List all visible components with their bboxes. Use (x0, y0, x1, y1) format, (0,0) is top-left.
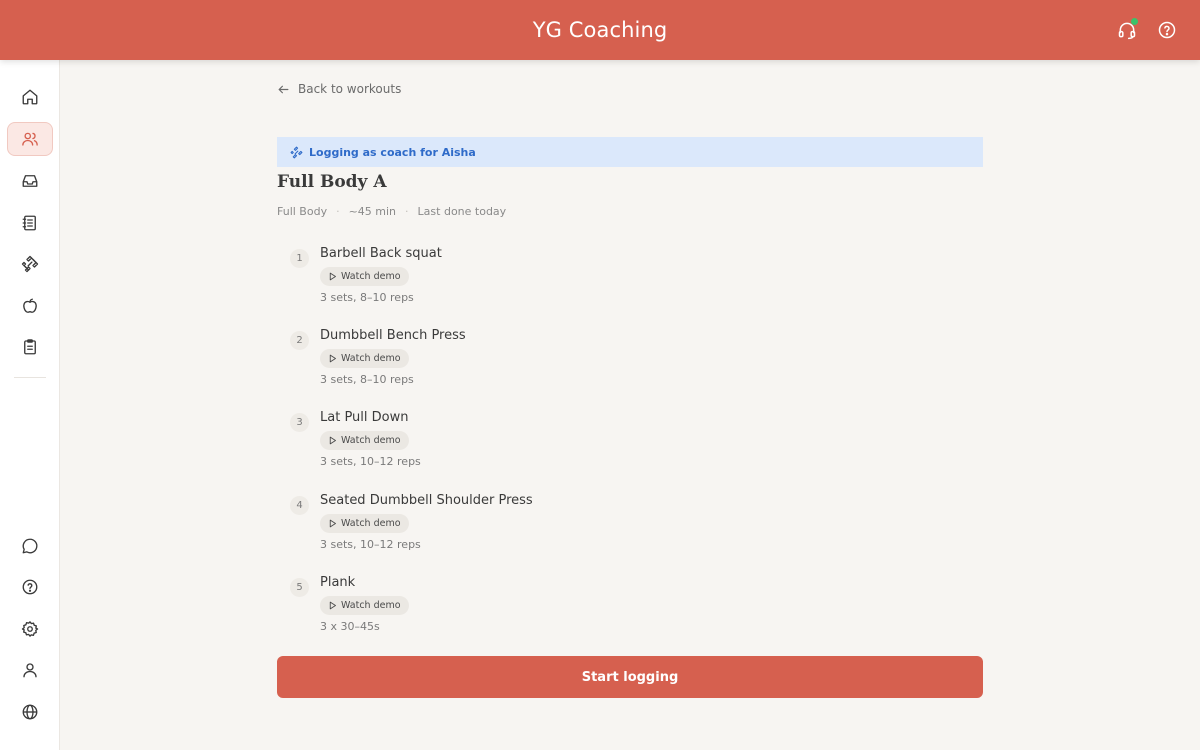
meta-separator: · (336, 205, 340, 218)
chat-icon (21, 537, 39, 555)
play-icon (328, 354, 337, 363)
watch-demo-button[interactable]: Watch demo (320, 514, 409, 533)
exercise-name: Plank (320, 575, 356, 590)
top-bar: YG Coaching (0, 0, 1200, 60)
sidebar-item-notebook[interactable] (7, 206, 53, 240)
exercise-detail: 3 sets, 10–12 reps (320, 455, 421, 468)
sidebar-item-workouts[interactable] (7, 247, 53, 281)
watch-demo-label: Watch demo (341, 600, 401, 611)
globe-icon (21, 703, 39, 721)
play-icon (328, 272, 337, 281)
play-icon (328, 436, 337, 445)
exercise-number: 1 (290, 249, 309, 268)
dumbbell-icon (21, 255, 39, 273)
apple-icon (21, 297, 39, 315)
sidebar-item-settings[interactable] (7, 612, 53, 646)
watch-demo-button[interactable]: Watch demo (320, 596, 409, 615)
notebook-icon (21, 214, 39, 232)
sidebar-item-profile[interactable] (7, 653, 53, 687)
exercise-item: 1 Barbell Back squat Watch demo 3 sets, … (290, 246, 950, 316)
workout-last-done: Last done today (417, 205, 507, 218)
exercise-detail: 3 sets, 8–10 reps (320, 373, 414, 386)
sidebar-item-checklist[interactable] (7, 330, 53, 364)
watch-demo-label: Watch demo (341, 353, 401, 364)
sidebar-item-home[interactable] (7, 80, 53, 114)
coach-banner-text: Logging as coach for Aisha (309, 145, 476, 159)
sidebar-item-chat[interactable] (7, 529, 53, 563)
workout-category: Full Body (277, 205, 328, 218)
sidebar (0, 60, 60, 750)
settings-icon (21, 620, 39, 638)
inbox-icon (21, 172, 39, 190)
dumbbell-icon (290, 146, 303, 159)
sidebar-item-inbox[interactable] (7, 164, 53, 198)
exercise-number: 2 (290, 331, 309, 350)
coach-mode-banner: Logging as coach for Aisha (277, 137, 983, 167)
sidebar-item-help[interactable] (7, 570, 53, 604)
help-icon (21, 578, 39, 596)
workout-meta: Full Body · ~45 min · Last done today (277, 205, 506, 218)
watch-demo-button[interactable]: Watch demo (320, 431, 409, 450)
profile-icon (21, 661, 39, 679)
exercise-number: 5 (290, 578, 309, 597)
back-to-workouts-link[interactable]: Back to workouts (277, 82, 401, 96)
watch-demo-button[interactable]: Watch demo (320, 267, 409, 286)
support-button[interactable] (1116, 18, 1138, 41)
sidebar-item-language[interactable] (7, 695, 53, 729)
app-title: YG Coaching (532, 18, 668, 42)
exercise-name: Dumbbell Bench Press (320, 328, 466, 343)
exercise-detail: 3 sets, 10–12 reps (320, 538, 421, 551)
status-dot (1131, 18, 1138, 25)
workout-duration: ~45 min (348, 205, 397, 218)
watch-demo-label: Watch demo (341, 518, 401, 529)
exercise-item: 4 Seated Dumbbell Shoulder Press Watch d… (290, 493, 950, 563)
sidebar-item-clients[interactable] (7, 122, 53, 156)
exercise-item: 3 Lat Pull Down Watch demo 3 sets, 10–12… (290, 410, 950, 480)
exercise-name: Seated Dumbbell Shoulder Press (320, 493, 533, 508)
exercise-detail: 3 x 30–45s (320, 620, 380, 633)
help-icon (1157, 20, 1177, 40)
exercise-item: 5 Plank Watch demo 3 x 30–45s (290, 575, 950, 645)
exercise-name: Lat Pull Down (320, 410, 409, 425)
top-actions (1116, 0, 1178, 60)
exercise-number: 3 (290, 413, 309, 432)
home-icon (21, 88, 39, 106)
meta-separator: · (405, 205, 409, 218)
watch-demo-label: Watch demo (341, 271, 401, 282)
sidebar-divider (14, 377, 46, 378)
sidebar-item-nutrition[interactable] (7, 289, 53, 323)
back-link-label: Back to workouts (298, 82, 402, 96)
help-button[interactable] (1156, 19, 1178, 41)
play-icon (328, 601, 337, 610)
clipboard-icon (21, 338, 39, 356)
workout-title: Full Body A (277, 172, 387, 192)
clients-icon (21, 130, 39, 148)
play-icon (328, 519, 337, 528)
watch-demo-button[interactable]: Watch demo (320, 349, 409, 368)
exercise-number: 4 (290, 496, 309, 515)
watch-demo-label: Watch demo (341, 435, 401, 446)
start-logging-button[interactable]: Start logging (277, 656, 983, 698)
exercise-item: 2 Dumbbell Bench Press Watch demo 3 sets… (290, 328, 950, 398)
exercise-detail: 3 sets, 8–10 reps (320, 291, 414, 304)
exercise-name: Barbell Back squat (320, 246, 442, 261)
arrow-left-icon (277, 83, 290, 96)
